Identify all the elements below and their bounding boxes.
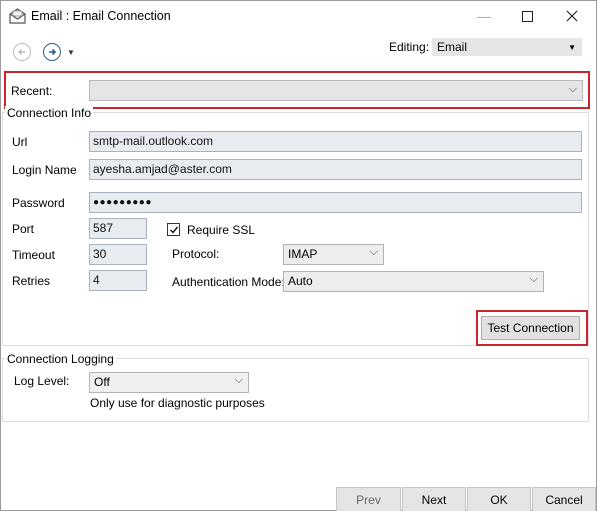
- log-level-value: Off: [94, 375, 110, 389]
- editing-value: Email: [437, 40, 468, 54]
- protocol-label: Protocol:: [172, 247, 220, 261]
- password-field[interactable]: ●●●●●●●●●: [89, 192, 582, 213]
- close-icon: [566, 10, 578, 22]
- editing-label: Editing:: [389, 40, 430, 54]
- log-level-select[interactable]: Off ⌵: [89, 372, 249, 393]
- authentication-mode-label: Authentication Mode:: [172, 275, 285, 289]
- timeout-field[interactable]: 30: [89, 244, 147, 265]
- back-button[interactable]: [13, 43, 31, 61]
- chevron-down-icon: ⌵: [529, 273, 538, 285]
- chevron-down-icon: ⌵: [568, 83, 577, 95]
- port-label: Port: [12, 222, 35, 236]
- ok-button[interactable]: OK: [467, 487, 531, 511]
- chevron-down-icon: ⌵: [369, 246, 378, 258]
- window-title: Email : Email Connection: [31, 9, 171, 23]
- retries-field[interactable]: 4: [89, 270, 147, 291]
- protocol-select[interactable]: IMAP ⌵: [283, 244, 384, 265]
- require-ssl-label: Require SSL: [187, 223, 256, 237]
- arrow-right-icon: [49, 48, 57, 56]
- require-ssl-checkbox[interactable]: [167, 223, 180, 236]
- close-button[interactable]: [549, 1, 595, 31]
- cancel-button[interactable]: Cancel: [532, 487, 596, 511]
- next-button[interactable]: Next: [402, 487, 466, 511]
- connection-info-title: Connection Info: [5, 106, 94, 120]
- login-name-label: Login Name: [12, 163, 77, 177]
- prev-button[interactable]: Prev: [336, 487, 401, 511]
- port-field[interactable]: 587: [89, 218, 147, 239]
- diagnostic-hint: Only use for diagnostic purposes: [90, 396, 265, 410]
- url-label: Url: [12, 135, 28, 149]
- chevron-down-icon: ⌵: [234, 374, 243, 386]
- maximize-icon: [521, 10, 533, 22]
- chevron-down-icon: ▼: [568, 43, 576, 52]
- arrow-left-icon: [17, 48, 25, 56]
- history-dropdown-icon[interactable]: ▼: [67, 48, 75, 57]
- protocol-value: IMAP: [288, 247, 318, 261]
- minimize-button[interactable]: —: [461, 1, 507, 31]
- test-connection-button[interactable]: Test Connection: [481, 316, 580, 340]
- maximize-button[interactable]: [504, 1, 550, 31]
- editing-select[interactable]: Email ▼: [432, 38, 582, 56]
- password-label: Password: [12, 196, 65, 210]
- login-name-field[interactable]: ayesha.amjad@aster.com: [89, 159, 582, 180]
- authentication-mode-value: Auto: [288, 274, 313, 288]
- recent-select[interactable]: ⌵: [89, 80, 583, 101]
- title-bar: Email : Email Connection —: [1, 1, 596, 31]
- recent-label: Recent:: [11, 84, 53, 98]
- forward-button[interactable]: [43, 43, 61, 61]
- email-connection-dialog: Email : Email Connection — ▼ Editing: Em…: [0, 0, 597, 511]
- timeout-label: Timeout: [12, 248, 55, 262]
- retries-label: Retries: [12, 274, 51, 288]
- envelope-icon: [9, 8, 26, 24]
- checkmark-icon: [169, 226, 178, 234]
- url-field[interactable]: smtp-mail.outlook.com: [89, 131, 582, 152]
- connection-logging-title: Connection Logging: [5, 352, 116, 366]
- authentication-mode-select[interactable]: Auto ⌵: [283, 271, 544, 292]
- log-level-label: Log Level:: [14, 374, 70, 388]
